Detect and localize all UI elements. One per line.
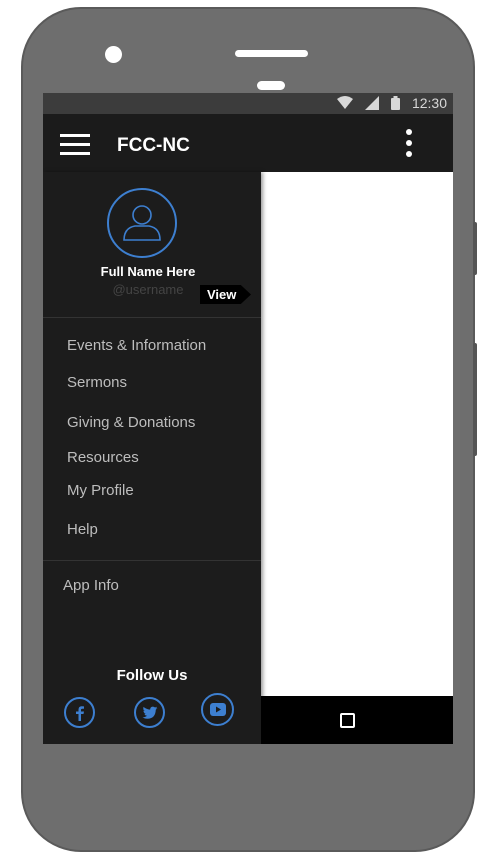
app-bar: FCC-NC — [43, 114, 453, 172]
profile-full-name: Full Name Here — [100, 264, 196, 279]
menu-item-sermons[interactable]: Sermons — [67, 374, 127, 391]
phone-screen: 12:30 FCC-NC Full Name Here @username Vi… — [43, 93, 453, 744]
menu-item-giving[interactable]: Giving & Donations — [67, 414, 195, 431]
menu-item-resources[interactable]: Resources — [67, 449, 139, 466]
facebook-icon[interactable] — [64, 697, 95, 728]
menu-icon[interactable] — [60, 134, 90, 155]
power-button[interactable] — [473, 343, 477, 456]
main-content — [261, 172, 453, 696]
proximity-sensor — [257, 81, 285, 90]
view-profile-button[interactable]: View — [200, 285, 251, 304]
follow-us-heading: Follow Us — [116, 667, 188, 684]
menu-item-events[interactable]: Events & Information — [67, 337, 206, 354]
wifi-icon — [336, 96, 353, 109]
menu-item-app-info[interactable]: App Info — [63, 577, 119, 594]
more-options-icon[interactable] — [405, 129, 413, 159]
divider — [43, 317, 261, 318]
twitter-icon[interactable] — [134, 697, 165, 728]
divider — [43, 560, 261, 561]
status-time: 12:30 — [411, 95, 447, 111]
status-bar: 12:30 — [43, 93, 453, 114]
avatar[interactable] — [107, 188, 177, 258]
app-title: FCC-NC — [117, 135, 190, 156]
front-camera — [105, 46, 122, 63]
menu-item-help[interactable]: Help — [67, 521, 98, 538]
navigation-drawer: Full Name Here @username View Events & I… — [43, 172, 261, 744]
recent-apps-button[interactable] — [340, 713, 355, 728]
earpiece-speaker — [235, 50, 308, 57]
youtube-icon[interactable] — [201, 693, 234, 726]
signal-icon — [364, 96, 379, 110]
person-icon — [123, 205, 161, 241]
battery-icon — [390, 96, 400, 110]
menu-item-my-profile[interactable]: My Profile — [67, 482, 134, 499]
volume-button[interactable] — [473, 222, 477, 275]
